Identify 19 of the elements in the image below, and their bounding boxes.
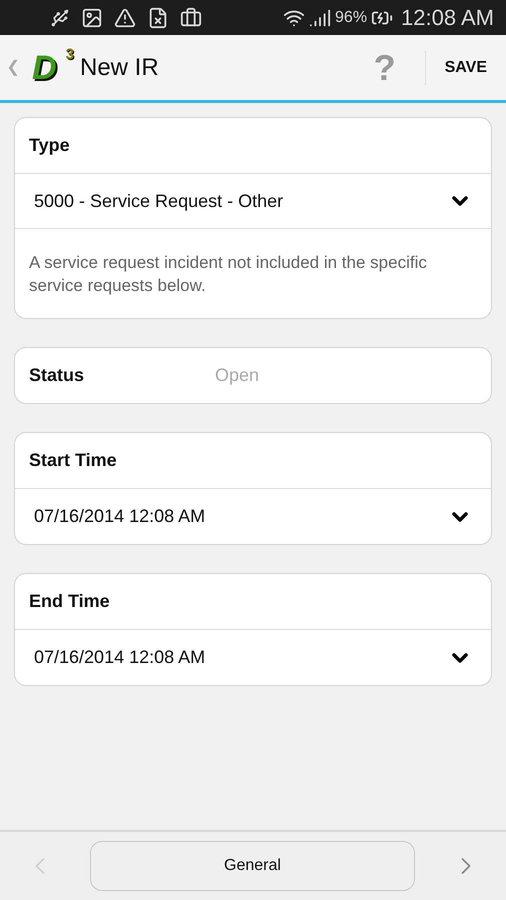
field-label: Type — [29, 134, 70, 157]
screen-title: New IR — [80, 52, 159, 82]
usb-icon — [50, 8, 70, 28]
dropdown-field[interactable]: 07/16/2014 12:08 AM — [15, 630, 491, 685]
field-value: Open — [215, 364, 260, 387]
field-label: Status — [29, 364, 86, 387]
type-description: A service request incident not included in the specific service requests below. — [29, 252, 428, 297]
page-button[interactable]: General — [90, 841, 415, 891]
save-button[interactable]: SAVE — [426, 56, 506, 80]
image-icon — [81, 6, 103, 28]
warning-icon — [114, 6, 136, 28]
dropdown-field[interactable]: 07/16/2014 12:08 AM — [15, 489, 491, 544]
dropdown-field[interactable]: 5000 - Service Request - Other — [15, 174, 491, 229]
clock: 12:08 AM — [401, 4, 494, 32]
battery-percent: 96% — [335, 8, 368, 28]
briefcase-icon — [180, 6, 202, 28]
file-icon — [147, 6, 169, 28]
field-label: Start Time — [29, 449, 117, 472]
field-label: End Time — [29, 590, 110, 613]
